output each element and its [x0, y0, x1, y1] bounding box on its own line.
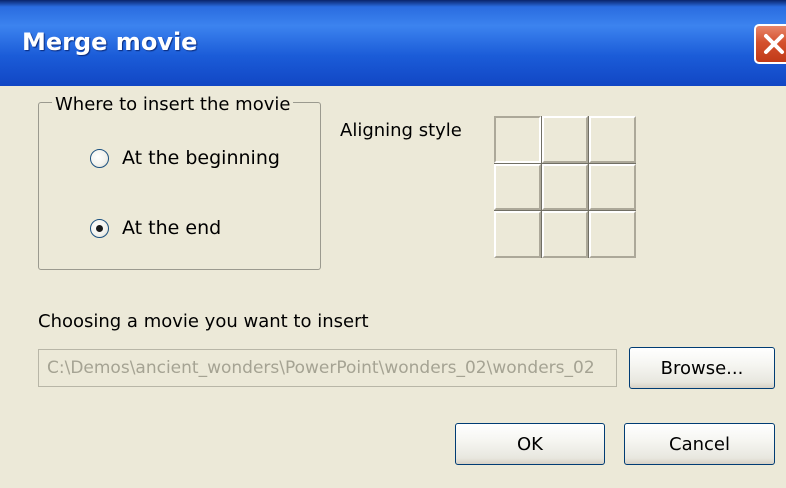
- radio-button-beginning[interactable]: [90, 148, 109, 168]
- align-cell-top-left[interactable]: [494, 116, 541, 163]
- align-cell-top-right[interactable]: [589, 116, 636, 163]
- cancel-button[interactable]: Cancel: [624, 423, 775, 465]
- merge-movie-dialog: Merge movie Where to insert the movie At…: [0, 0, 786, 488]
- align-cell-middle-right[interactable]: [589, 163, 636, 211]
- aligning-style-label: Aligning style: [340, 120, 462, 141]
- close-icon: [764, 34, 784, 54]
- radio-option-beginning[interactable]: At the beginning: [90, 147, 280, 169]
- ok-button[interactable]: OK: [455, 423, 605, 465]
- align-cell-top-center[interactable]: [541, 116, 589, 163]
- radio-button-end[interactable]: [90, 218, 109, 238]
- align-cell-middle-center[interactable]: [541, 163, 589, 211]
- aligning-style-grid: [494, 116, 636, 258]
- insert-position-groupbox: [38, 102, 321, 270]
- align-cell-middle-left[interactable]: [494, 163, 541, 211]
- radio-label-end: At the end: [122, 217, 222, 239]
- insert-position-legend: Where to insert the movie: [52, 94, 294, 115]
- close-button[interactable]: [754, 24, 786, 64]
- radio-selected-dot: [96, 224, 103, 232]
- title-bar[interactable]: Merge movie: [0, 0, 786, 86]
- align-cell-bottom-left[interactable]: [494, 211, 541, 258]
- movie-path-field[interactable]: C:\Demos\ancient_wonders\PowerPoint\wond…: [38, 349, 617, 387]
- radio-label-beginning: At the beginning: [122, 147, 280, 169]
- choose-movie-label: Choosing a movie you want to insert: [38, 311, 369, 332]
- align-cell-bottom-center[interactable]: [541, 211, 589, 258]
- browse-button[interactable]: Browse...: [629, 347, 775, 389]
- window-title: Merge movie: [22, 28, 198, 56]
- radio-option-end[interactable]: At the end: [90, 217, 221, 239]
- align-cell-bottom-right[interactable]: [589, 211, 636, 258]
